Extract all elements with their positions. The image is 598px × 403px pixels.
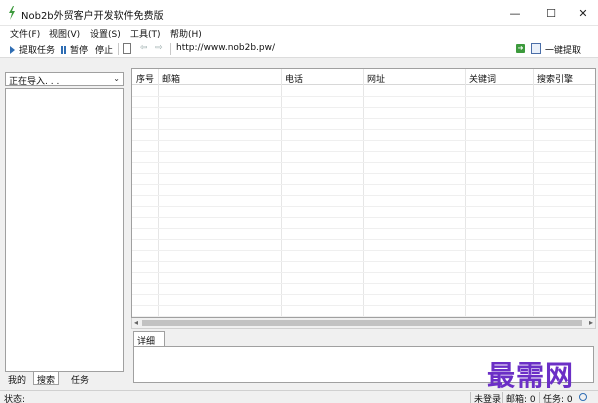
results-grid[interactable]: 序号 邮箱 电话 网址 关键词 搜索引擎 xyxy=(131,68,596,318)
grid-row-line xyxy=(132,195,595,196)
left-list-panel[interactable] xyxy=(5,88,124,372)
watermark-logo: 最需网 xyxy=(487,359,575,392)
grid-row-line xyxy=(132,184,595,185)
email-count: 邮箱: 0 xyxy=(506,395,536,403)
grid-row-line xyxy=(132,107,595,108)
pause-icon xyxy=(61,45,66,54)
page-icon[interactable] xyxy=(123,43,131,54)
start-task-button[interactable]: 提取任务 xyxy=(10,43,55,56)
window-title: Nob2b外贸客户开发软件免费版 xyxy=(21,11,164,22)
grid-row-line xyxy=(132,151,595,152)
grid-row-line xyxy=(132,140,595,141)
start-task-label: 提取任务 xyxy=(19,46,56,56)
url-text[interactable]: http://www.nob2b.pw/ xyxy=(176,43,275,53)
column-header-website[interactable]: 网址 xyxy=(367,72,385,85)
minimize-button[interactable]: — xyxy=(498,0,532,26)
grid-row-line xyxy=(132,162,595,163)
left-tab-bar: 我的 搜索 任务 xyxy=(5,372,124,386)
menu-tools[interactable]: 工具(T) xyxy=(130,27,161,40)
app-logo-icon xyxy=(9,6,15,20)
tab-mine[interactable]: 我的 xyxy=(5,372,29,386)
title-bar: Nob2b外贸客户开发软件免费版 — ☐ ✕ xyxy=(0,0,598,26)
menu-bar: 文件(F) 视图(V) 设置(S) 工具(T) 帮助(H) xyxy=(0,26,598,40)
scrollbar-thumb[interactable] xyxy=(142,320,582,326)
tab-search[interactable]: 搜索 xyxy=(33,372,60,386)
globe-icon xyxy=(579,393,587,401)
column-header-search-engine[interactable]: 搜索引擎 xyxy=(537,72,573,85)
column-header-phone[interactable]: 电话 xyxy=(285,72,303,85)
grid-row-line xyxy=(132,228,595,229)
tab-detail[interactable]: 详细 xyxy=(133,331,165,347)
grid-row-line xyxy=(132,173,595,174)
menu-file[interactable]: 文件(F) xyxy=(10,27,40,40)
menu-view[interactable]: 视图(V) xyxy=(49,27,80,40)
status-label: 状态: xyxy=(4,395,26,403)
status-separator xyxy=(502,392,503,403)
tab-tasks[interactable]: 任务 xyxy=(68,372,92,386)
back-arrow-icon[interactable]: ⇦ xyxy=(140,43,148,53)
column-header-index[interactable]: 序号 xyxy=(136,72,154,85)
toolbar: 提取任务 暂停 停止 ⇦ ⇨ http://www.nob2b.pw/ ➜ 一键… xyxy=(0,40,598,58)
menu-help[interactable]: 帮助(H) xyxy=(170,27,202,40)
pause-label: 暂停 xyxy=(70,46,89,56)
stop-label: 停止 xyxy=(95,46,114,56)
grid-row-line xyxy=(132,206,595,207)
login-status: 未登录 xyxy=(474,395,502,403)
grid-row-line xyxy=(132,250,595,251)
one-click-extract-button[interactable]: 一键提取 xyxy=(545,43,581,56)
pause-button[interactable]: 暂停 xyxy=(61,43,88,56)
grid-row-line xyxy=(132,118,595,119)
column-header-keyword[interactable]: 关键词 xyxy=(469,72,496,85)
toolbar-separator xyxy=(118,43,119,55)
column-header-email[interactable]: 邮箱 xyxy=(162,72,180,85)
go-icon[interactable]: ➜ xyxy=(516,44,525,53)
grid-row-line xyxy=(132,305,595,306)
status-separator xyxy=(539,392,540,403)
grid-row-line xyxy=(132,294,595,295)
scroll-right-icon[interactable]: ▸ xyxy=(589,318,593,327)
grid-row-line xyxy=(132,316,595,317)
grid-row-line xyxy=(132,129,595,130)
grid-row-line xyxy=(132,283,595,284)
import-combo-value: 正在导入. . . xyxy=(9,77,60,87)
grid-row-line xyxy=(132,239,595,240)
horizontal-scrollbar[interactable]: ◂ ▸ xyxy=(131,318,596,329)
close-button[interactable]: ✕ xyxy=(568,0,598,26)
menu-settings[interactable]: 设置(S) xyxy=(90,27,121,40)
grid-row-line xyxy=(132,272,595,273)
grid-row-line xyxy=(132,217,595,218)
scroll-left-icon[interactable]: ◂ xyxy=(134,318,138,327)
chevron-down-icon[interactable]: ⌄ xyxy=(113,74,120,83)
one-click-extract-icon[interactable] xyxy=(531,43,541,54)
play-icon xyxy=(10,45,15,54)
import-combo[interactable]: 正在导入. . . ⌄ xyxy=(5,72,124,87)
grid-row-line xyxy=(132,261,595,262)
toolbar-separator xyxy=(170,43,171,55)
grid-row-line xyxy=(132,96,595,97)
task-count: 任务: 0 xyxy=(543,395,573,403)
status-bar: 状态: 未登录 邮箱: 0 任务: 0 xyxy=(0,390,598,403)
status-separator xyxy=(470,392,471,403)
forward-arrow-icon[interactable]: ⇨ xyxy=(155,43,163,53)
maximize-button[interactable]: ☐ xyxy=(534,0,568,26)
stop-button[interactable]: 停止 xyxy=(95,43,113,56)
